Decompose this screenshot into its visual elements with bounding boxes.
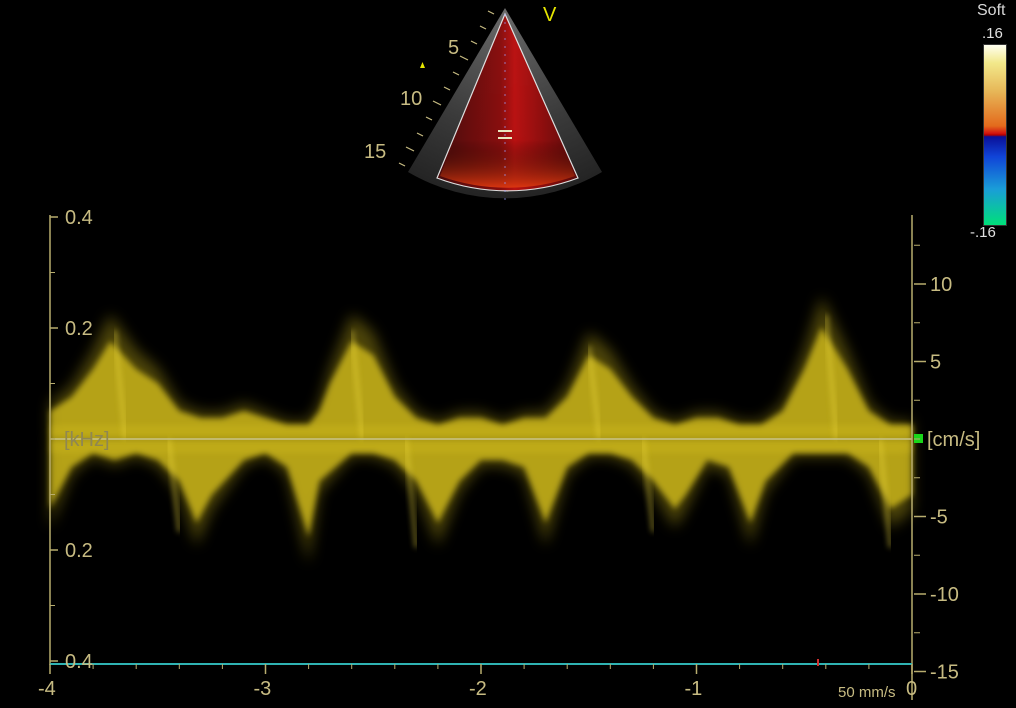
time-tick-label-1: -3	[254, 678, 272, 700]
left-tick-label-2: 0.2	[65, 540, 93, 562]
ultrasound-display: V 5 10 15 Soft .16 -.16 0.4 0.2 0.2 0.4 10 5-…	[0, 0, 1016, 708]
right-tick-label-4: -15	[930, 662, 959, 684]
right-tick-label-1: 5	[930, 352, 941, 374]
right-tick-label-2: -5	[930, 507, 948, 529]
right-tick-label-3: -10	[930, 584, 959, 606]
left-axis-unit: [kHz]	[64, 429, 110, 451]
left-tick-label-3: 0.4	[65, 651, 93, 673]
time-tick-label-2: -2	[469, 678, 487, 700]
left-tick-label-1: 0.2	[65, 318, 93, 340]
left-tick-label-0: 0.4	[65, 207, 93, 229]
sweep-speed: 50 mm/s	[838, 684, 896, 701]
time-tick-label-3: -1	[685, 678, 703, 700]
spectrum-pos	[50, 327, 912, 439]
right-axis-unit: [cm/s]	[927, 429, 981, 451]
time-tick-label-4: 0	[906, 678, 917, 700]
time-tick-label-0: -4	[38, 678, 56, 700]
spectral-doppler-chart: 0.40.20.20.4105-5-10-15-4 -3 -2 -1 0	[38, 207, 959, 700]
right-tick-label-0: 10	[930, 274, 952, 296]
